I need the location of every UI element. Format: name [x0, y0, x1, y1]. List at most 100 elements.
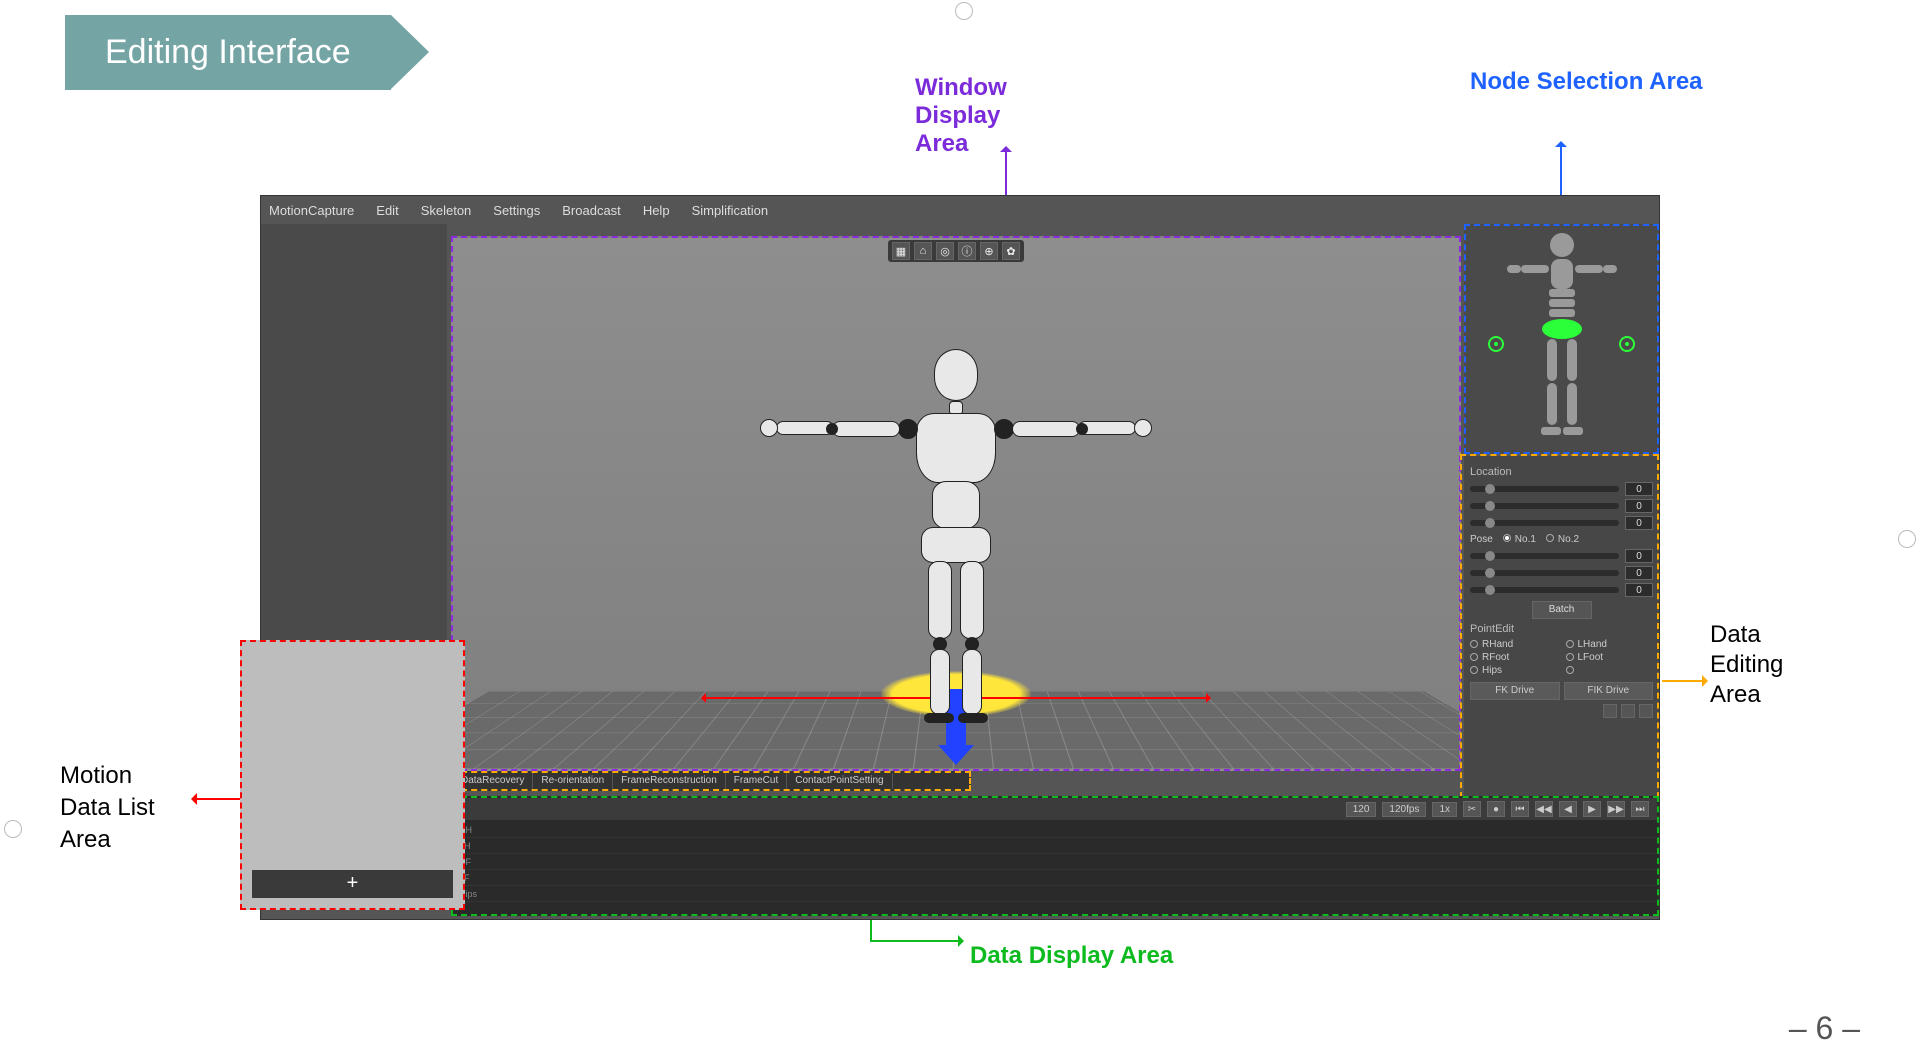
mannequin-elbow-left: [826, 423, 838, 435]
location-x-value[interactable]: 0: [1625, 482, 1653, 496]
pointedit-rfoot[interactable]: RFoot: [1470, 652, 1558, 663]
viewport-mannequin[interactable]: [816, 349, 1096, 709]
target-icon[interactable]: ◎: [936, 242, 954, 260]
callout-window-display: Window Display Area: [915, 74, 1007, 158]
grid-icon[interactable]: ▦: [892, 242, 910, 260]
tab-contactpointsetting[interactable]: ContactPointSetting: [787, 773, 892, 789]
play-back-icon[interactable]: ◀: [1559, 801, 1577, 817]
slide-decoration-circle: [955, 2, 973, 20]
undo-icon[interactable]: [1603, 704, 1617, 718]
add-motion-data-button[interactable]: +: [252, 870, 453, 898]
pose-option-2-label: No.2: [1558, 534, 1579, 545]
record-icon[interactable]: ●: [1487, 801, 1505, 817]
mannequin-shoulder-right: [994, 419, 1014, 439]
camera-icon[interactable]: ⌂: [914, 242, 932, 260]
timeline-fps-label[interactable]: 120fps: [1382, 802, 1426, 817]
menu-simplification[interactable]: Simplification: [692, 203, 769, 218]
hand-select-dot-left: [1494, 342, 1498, 346]
info-icon[interactable]: ⓘ: [958, 242, 976, 260]
tab-framereconstruction[interactable]: FrameReconstruction: [613, 773, 726, 789]
pointedit-section-label: PointEdit: [1470, 623, 1653, 635]
edit-tool-tabs: DataRecovery Re-orientation FrameReconst…: [451, 771, 971, 791]
mannequin-hand-left: [760, 419, 778, 437]
menu-help[interactable]: Help: [643, 203, 670, 218]
location-z-value[interactable]: 0: [1625, 516, 1653, 530]
data-display-timeline: 120 120fps 1x ✂ ● ⏮ ◀◀ ◀ ▶ ▶▶ ⏭ RH LH RF…: [451, 796, 1659, 916]
radio-icon: [1546, 534, 1554, 542]
timeline-frame-field[interactable]: 120: [1346, 802, 1377, 817]
mannequin-foot-right: [958, 713, 988, 723]
location-y-slider[interactable]: [1470, 503, 1619, 509]
fk-drive-button[interactable]: FK Drive: [1470, 682, 1560, 700]
location-x-slider[interactable]: [1470, 486, 1619, 492]
tab-datarecovery[interactable]: DataRecovery: [453, 773, 533, 789]
data-editing-panel: Location 0 0 0 Pose No.1 No.2 0 0 0 Batc…: [1464, 456, 1659, 816]
pose-option-1[interactable]: No.1: [1503, 534, 1536, 545]
timeline-track-hips[interactable]: Hips: [459, 886, 1657, 902]
mannequin-shin-right: [962, 649, 982, 715]
callout-arrow-data-editing: [1662, 680, 1704, 682]
motion-data-list-panel[interactable]: +: [240, 640, 465, 910]
skip-end-icon[interactable]: ⏭: [1631, 801, 1649, 817]
step-back-icon[interactable]: ◀◀: [1535, 801, 1553, 817]
pose-value-2[interactable]: 0: [1625, 566, 1653, 580]
node-selection-panel[interactable]: [1464, 224, 1659, 454]
fik-drive-button[interactable]: FIK Drive: [1564, 682, 1654, 700]
pointedit-rhand[interactable]: RHand: [1470, 639, 1558, 650]
step-fwd-icon[interactable]: ▶▶: [1607, 801, 1625, 817]
slide-decoration-circle: [4, 820, 22, 838]
callout-node-selection: Node Selection Area: [1470, 68, 1703, 96]
location-z-slider[interactable]: [1470, 520, 1619, 526]
timeline-speed-label[interactable]: 1x: [1432, 802, 1457, 817]
export-icon[interactable]: [1639, 704, 1653, 718]
pose-section-label: Pose: [1470, 534, 1493, 545]
pointedit-lfoot[interactable]: LFoot: [1566, 652, 1654, 663]
skip-start-icon[interactable]: ⏮: [1511, 801, 1529, 817]
pointedit-hips[interactable]: Hips: [1470, 665, 1558, 676]
slide-title-text: Editing Interface: [105, 33, 351, 72]
timeline-track-lf[interactable]: LF: [459, 870, 1657, 886]
location-section-label: Location: [1470, 466, 1653, 478]
mannequin-upperarm-left: [832, 421, 900, 437]
main-menubar: MotionCapture Edit Skeleton Settings Bro…: [261, 196, 1659, 224]
pose-slider-3[interactable]: [1470, 587, 1619, 593]
menu-edit[interactable]: Edit: [376, 203, 398, 218]
viewport-toolbar: ▦ ⌂ ◎ ⓘ ⊕ ✿: [888, 240, 1024, 262]
redo-icon[interactable]: [1621, 704, 1635, 718]
cut-icon[interactable]: ✂: [1463, 801, 1481, 817]
slide-title-banner: Editing Interface: [65, 15, 391, 90]
pose-option-1-label: No.1: [1515, 534, 1536, 545]
tab-framecut[interactable]: FrameCut: [726, 773, 787, 789]
add-icon[interactable]: ⊕: [980, 242, 998, 260]
location-y-value[interactable]: 0: [1625, 499, 1653, 513]
menu-skeleton[interactable]: Skeleton: [421, 203, 472, 218]
mannequin-shoulder-left: [898, 419, 918, 439]
tab-reorientation[interactable]: Re-orientation: [533, 773, 613, 789]
mannequin-hand-right: [1134, 419, 1152, 437]
pose-slider-1[interactable]: [1470, 553, 1619, 559]
slide-decoration-circle: [1898, 530, 1916, 548]
pose-option-2[interactable]: No.2: [1546, 534, 1579, 545]
menu-motioncapture[interactable]: MotionCapture: [269, 203, 354, 218]
timeline-tracks[interactable]: RH LH RF LF Hips: [453, 820, 1657, 902]
mannequin-foot-left: [924, 713, 954, 723]
settings-icon[interactable]: ✿: [1002, 242, 1020, 260]
mannequin-elbow-right: [1076, 423, 1088, 435]
viewport-window-display-area[interactable]: ▦ ⌂ ◎ ⓘ ⊕ ✿: [451, 236, 1461, 771]
timeline-track-lh[interactable]: LH: [459, 838, 1657, 854]
timeline-track-rf[interactable]: RF: [459, 854, 1657, 870]
pose-slider-2[interactable]: [1470, 570, 1619, 576]
page-number-value: 6: [1816, 1010, 1834, 1046]
mannequin-abdomen: [932, 481, 980, 529]
pose-value-1[interactable]: 0: [1625, 549, 1653, 563]
play-icon[interactable]: ▶: [1583, 801, 1601, 817]
timeline-track-rh[interactable]: RH: [459, 822, 1657, 838]
batch-button[interactable]: Batch: [1532, 601, 1592, 619]
pointedit-lhand[interactable]: LHand: [1566, 639, 1654, 650]
menu-broadcast[interactable]: Broadcast: [562, 203, 621, 218]
mannequin-thigh-right: [960, 561, 984, 639]
menu-settings[interactable]: Settings: [493, 203, 540, 218]
callout-motion-data-list: Motion Data List Area: [60, 760, 155, 856]
mannequin-chest: [916, 413, 996, 483]
pose-value-3[interactable]: 0: [1625, 583, 1653, 597]
